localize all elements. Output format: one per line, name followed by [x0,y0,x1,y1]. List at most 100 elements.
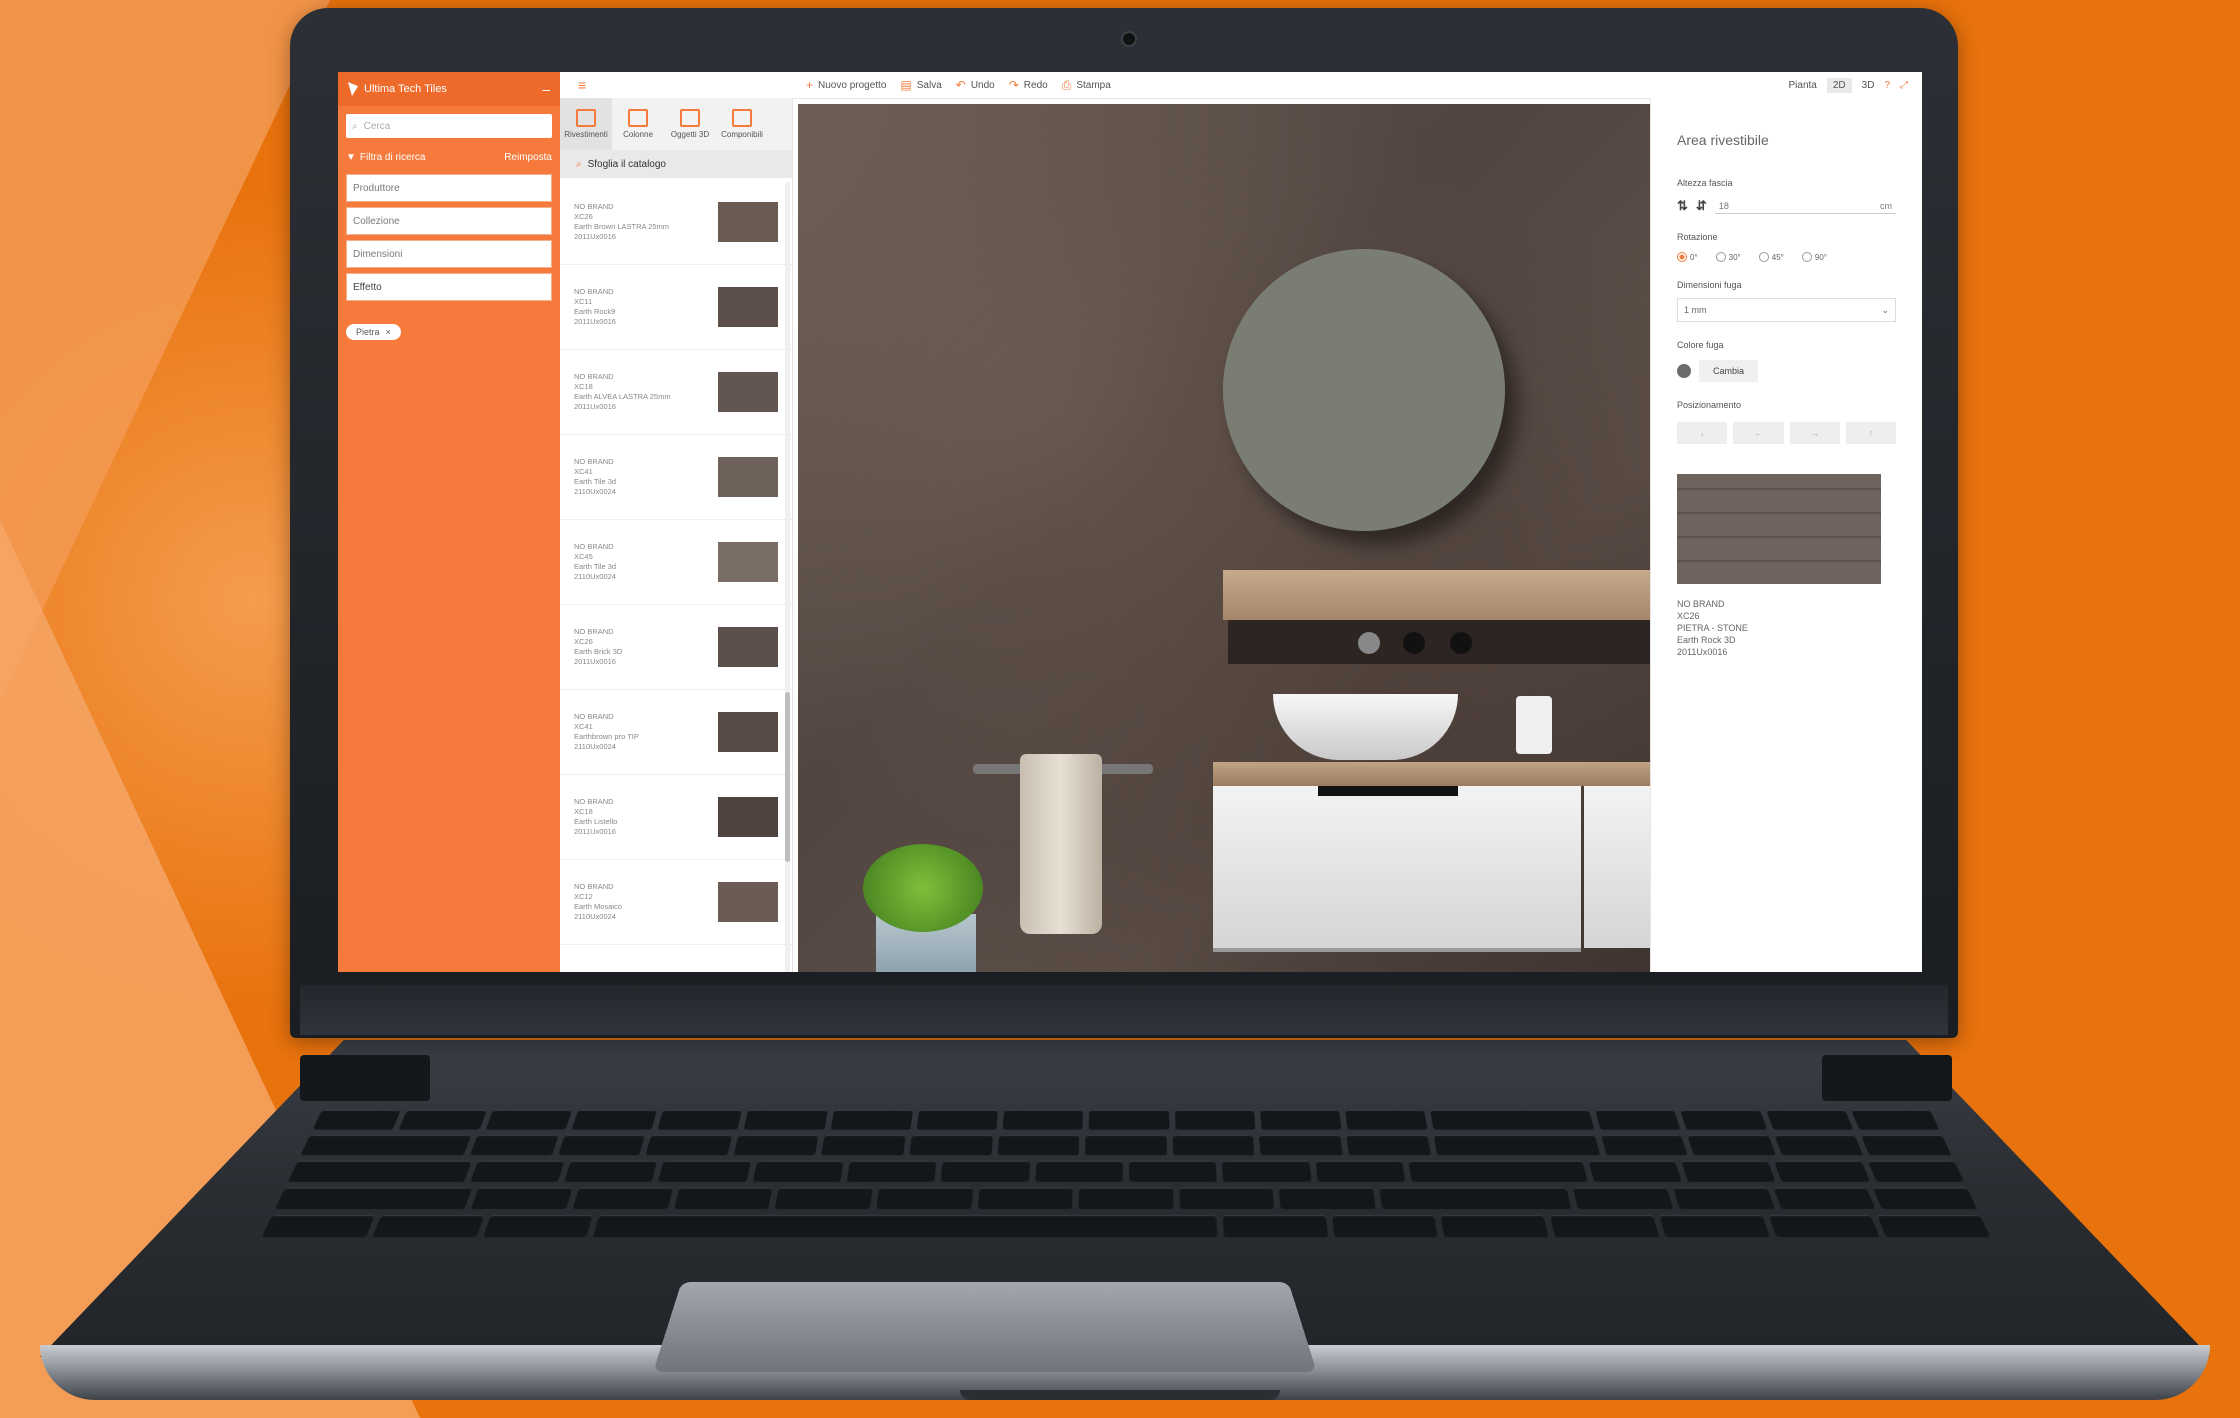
catalog-item-name: Earth Tile 3d [574,562,617,571]
catalog-item-text: NO BRAND XC41 Earthbrown pro TIP 2110Ux0024 [574,712,718,752]
filter-collection-select[interactable]: Collezione [346,207,552,235]
tap-knob [1358,632,1380,654]
search-placeholder: Cerca [363,120,391,132]
browse-catalog-header[interactable]: ⌕ Sfoglia il catalogo [560,150,792,178]
tab-columns[interactable]: Colonne [612,98,664,150]
position-left-button[interactable]: ← [1733,422,1784,444]
filter-icon: ▼ [346,152,356,163]
reset-filters-link[interactable]: Reimposta [504,152,552,163]
chip-remove-icon[interactable]: × [386,327,391,337]
height-label: Altezza fascia [1677,178,1733,188]
joint-color-swatch[interactable] [1677,364,1691,378]
position-up-button[interactable]: ↑ [1845,422,1896,444]
catalog-item[interactable]: NO BRAND XC26 Earth Brown LASTRA 25mm 2011U… [560,180,792,265]
undo-icon: ↶ [955,78,966,92]
collapse-sidebar-icon[interactable]: – [542,81,550,97]
joint-size-label: Dimensioni fuga [1677,280,1742,290]
towel [1020,754,1102,934]
rotation-45-radio[interactable]: 45° [1758,252,1784,262]
catalog-item-thumbnail [718,797,778,837]
redo-button[interactable]: ↷ Redo [1009,78,1048,92]
catalog-item-extra: 2011Ux0016 [574,827,616,836]
tab-modular[interactable]: Componibili [716,98,768,150]
tile-extra: 2011Ux0016 [1677,647,1728,657]
plus-icon: + [806,78,814,92]
catalog-item-name: Earth Brown LASTRA 25mm [574,222,670,231]
filter-effect-select[interactable]: Effetto [346,273,552,301]
save-button[interactable]: ▤ Salva [900,78,941,92]
catalog-item[interactable]: NO BRAND XC26 Earth Brick 3D 2011Ux0016 [560,605,792,690]
app-title: Ultima Tech Tiles [364,83,447,95]
catalog-item[interactable]: NO BRAND XC45 Earth Tile 3d 2110Ux0024 [560,520,792,605]
sidebar-header: Ultima Tech Tiles – [338,72,560,106]
catalog-item-thumbnail [718,882,778,922]
tab-3d-objects[interactable]: Oggetti 3D [664,98,716,150]
filter-dimensions-select[interactable]: Dimensioni [346,240,552,268]
catalog-item-code: XC41 [574,467,593,476]
position-right-button[interactable]: → [1789,422,1840,444]
save-icon: ▤ [900,78,912,92]
height-down-icon[interactable]: ⇅ [1677,198,1688,214]
catalog-item-name: Earth ALVEA LASTRA 25mm [574,392,671,401]
position-down-button[interactable]: ↓ [1677,422,1728,444]
catalog-item-extra: 2110Ux0024 [574,572,616,581]
view-plan-button[interactable]: Pianta [1788,80,1816,91]
catalog-item[interactable]: NO BRAND XC41 Earthbrown pro TIP 2110Ux0024 [560,690,792,775]
undo-button[interactable]: ↶ Undo [956,78,995,92]
catalog-item-extra: 2011Ux0016 [574,317,616,326]
height-input[interactable]: 18 cm [1714,199,1896,214]
catalog-item-thumbnail [718,202,778,242]
catalog-item-code: XC11 [574,297,593,306]
catalog-scrollbar[interactable] [785,182,790,972]
joint-color-label: Colore fuga [1677,340,1724,350]
rotation-0-radio[interactable]: 0° [1677,252,1698,262]
catalog-item-thumbnail [718,457,778,497]
catalog-item-text: NO BRAND XC41 Earth Tile 3d 2110Ux0024 [574,457,718,497]
cabinet-handle [1318,786,1458,796]
camera-icon [1121,31,1137,47]
tab-coverings[interactable]: Rivestimenti [560,98,612,150]
view-3d-button[interactable]: 3D [1862,80,1875,91]
catalog-item-text: NO BRAND XC45 Earth Tile 3d 2110Ux0024 [574,542,718,582]
vanity-cabinet-side [1584,786,1650,948]
catalog-item-thumbnail [718,627,778,667]
catalog-item-extra: 2011Ux0016 [574,402,616,411]
catalog-item[interactable]: NO BRAND XC18 Earth ALVEA LASTRA 25mm 2011U… [560,350,792,435]
app-logo-icon [348,82,358,96]
catalog-item-name: Earth Rock9 [574,307,616,316]
rotation-30-radio[interactable]: 30° [1715,252,1741,262]
scrollbar-thumb[interactable] [785,692,790,862]
help-icon[interactable]: ? [1884,80,1890,91]
print-button[interactable]: ⎙ Stampa [1062,78,1111,93]
catalog-item[interactable]: NO BRAND XC11 Earth Rock9 2011Ux0016 [560,265,792,350]
filter-manufacturer-select[interactable]: Produttore [346,174,552,202]
catalog-tabs: Rivestimenti Colonne Oggetti 3D Componib… [560,98,792,150]
catalog-item-code: XC18 [574,807,593,816]
rotation-90-radio[interactable]: 90° [1801,252,1827,262]
laptop-notch [960,1390,1280,1400]
search-input[interactable]: ⌕ Cerca [346,114,552,138]
catalog-item-text: NO BRAND XC26 Earth Brick 3D 2011Ux0016 [574,627,718,667]
chevron-down-icon: ⌄ [1881,304,1889,315]
rotation-options: 0° 30° 45° 90° [1677,252,1896,262]
height-up-icon[interactable]: ⇵ [1696,198,1707,214]
countertop [1213,762,1650,786]
catalog-item-code: XC45 [574,552,593,561]
change-color-button[interactable]: Cambia [1699,360,1759,382]
catalog-item-code: XC18 [574,382,593,391]
catalog-item[interactable]: NO BRAND XC41 Earth Tile 3d 2110Ux0024 [560,435,792,520]
tile-category: PIETRA - STONE [1677,623,1748,633]
catalog-item-brand: NO BRAND [574,372,614,381]
view-2d-button[interactable]: 2D [1826,77,1852,93]
joint-size-select[interactable]: 1 mm ⌄ [1677,298,1896,322]
new-project-button[interactable]: + Nuovo progetto [806,78,886,92]
catalog-item-code: XC12 [574,892,593,901]
fullscreen-icon[interactable]: ⤢ [1900,80,1908,91]
menu-icon[interactable]: ≡ [560,72,792,98]
catalog-item[interactable]: NO BRAND XC18 Earth Listello 2011Ux0016 [560,775,792,860]
catalog-panel: ≡ Rivestimenti Colonne Oggetti 3D Compon… [560,72,793,972]
catalog-item-name: Earth Brick 3D [574,647,623,656]
render-viewport[interactable] [798,104,1650,972]
active-filter-chip[interactable]: Pietra × [346,324,401,340]
catalog-item[interactable]: NO BRAND XC12 Earth Mosaico 2110Ux0024 [560,860,792,945]
